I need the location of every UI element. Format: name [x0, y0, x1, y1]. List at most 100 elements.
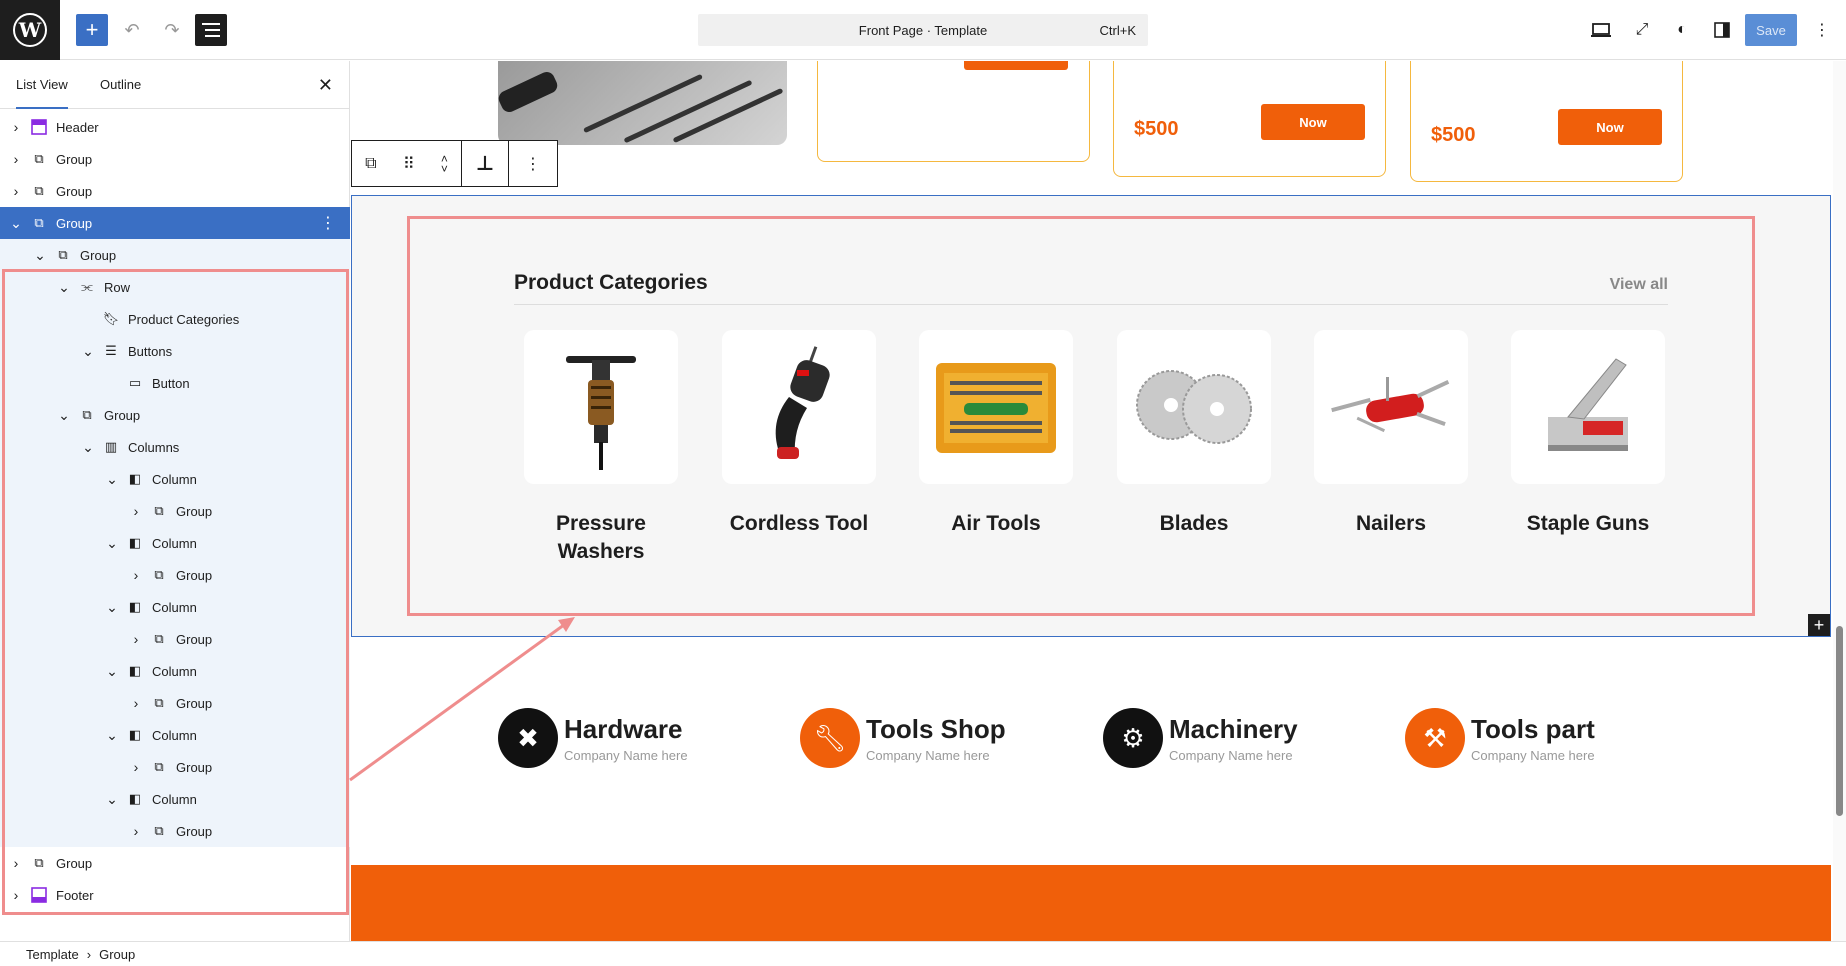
- align-icon[interactable]: ⊥: [462, 141, 509, 186]
- tree-item[interactable]: ⌄ ◧ Column: [0, 719, 350, 751]
- tree-item[interactable]: ⌄ ⧉ Group: [0, 399, 350, 431]
- chevron-right-icon[interactable]: ›: [10, 183, 22, 199]
- footer-band: [351, 865, 1831, 941]
- tree-item[interactable]: › Footer: [0, 879, 350, 911]
- list-view-icon[interactable]: [195, 14, 227, 46]
- selected-group-block[interactable]: Product Categories View all Pressure Was…: [351, 195, 1831, 637]
- command-palette-button[interactable]: Front Page · Template Ctrl+K: [698, 14, 1148, 46]
- chevron-right-icon[interactable]: ›: [10, 151, 22, 167]
- breadcrumb-item[interactable]: Group: [99, 947, 135, 962]
- tree-item-label: Group: [176, 759, 213, 775]
- tree-item[interactable]: ⌄ ◧ Column: [0, 463, 350, 495]
- chevron-down-icon[interactable]: ⌄: [58, 279, 70, 296]
- add-block-icon[interactable]: +: [1808, 614, 1830, 636]
- chevron-down-icon[interactable]: ⌄: [106, 727, 118, 744]
- tree-item[interactable]: › ⧉ Group: [0, 687, 350, 719]
- chevron-right-icon[interactable]: ›: [10, 887, 22, 903]
- feature-item: ✖ Hardware Company Name here: [498, 708, 718, 770]
- category-card[interactable]: Pressure Washers: [524, 330, 678, 566]
- tree-item[interactable]: › ⧉ Group: [0, 623, 350, 655]
- chevron-down-icon[interactable]: ⌄: [34, 247, 46, 264]
- tab-list-view[interactable]: List View: [16, 61, 68, 109]
- tree-item[interactable]: › ⧉ Group: [0, 815, 350, 847]
- feature-subtitle: Company Name here: [866, 748, 990, 763]
- chevron-down-icon[interactable]: ⌄: [106, 471, 118, 488]
- styles-contrast-icon[interactable]: ◐: [1666, 14, 1698, 46]
- tree-item[interactable]: › ⧉ Group: [0, 751, 350, 783]
- category-card[interactable]: Nailers: [1314, 330, 1468, 538]
- tree-item-label: Header: [56, 119, 99, 135]
- save-button[interactable]: Save: [1745, 14, 1797, 46]
- tree-item[interactable]: ⌄ ⧉ Group ⋮: [0, 207, 350, 239]
- options-icon[interactable]: ⋮: [320, 213, 336, 233]
- move-up-down-icon[interactable]: ˄ ˅: [441, 153, 448, 175]
- desktop-preview-icon[interactable]: [1585, 14, 1617, 46]
- tree-item[interactable]: › Header: [0, 111, 350, 143]
- tree-item[interactable]: ⌄ ◧ Column: [0, 655, 350, 687]
- tree-item[interactable]: 🔖︎ Product Categories: [0, 303, 350, 335]
- scrollbar-thumb[interactable]: [1836, 626, 1843, 816]
- tree-item[interactable]: ⌄ ◧ Column: [0, 591, 350, 623]
- category-card[interactable]: Cordless Tool: [722, 330, 876, 538]
- tab-outline[interactable]: Outline: [100, 61, 141, 109]
- chevron-right-icon[interactable]: ›: [130, 631, 142, 647]
- chevron-down-icon[interactable]: ⌄: [82, 439, 94, 456]
- chevron-right-icon[interactable]: ›: [130, 567, 142, 583]
- chevron-right-icon[interactable]: ›: [130, 695, 142, 711]
- add-block-button[interactable]: +: [76, 14, 108, 46]
- more-options-icon[interactable]: ⋮: [509, 141, 557, 186]
- chevron-right-icon[interactable]: ›: [10, 855, 22, 871]
- column-icon: ◧: [128, 727, 142, 742]
- chevron-right-icon[interactable]: ›: [130, 503, 142, 519]
- category-card[interactable]: Blades: [1117, 330, 1271, 538]
- tree-item[interactable]: ⌄ ⫘ Row: [0, 271, 350, 303]
- category-name: Cordless Tool: [729, 512, 869, 535]
- product-card: $500 Now: [1113, 61, 1386, 177]
- category-card[interactable]: Staple Guns: [1511, 330, 1665, 538]
- chevron-down-icon[interactable]: ⌄: [106, 599, 118, 616]
- feature-item: ⚙ Machinery Company Name here: [1103, 708, 1323, 770]
- drag-handle-icon[interactable]: ⠿: [403, 154, 415, 174]
- close-icon[interactable]: ✕: [318, 75, 333, 96]
- canvas-scrollbar[interactable]: [1833, 61, 1846, 941]
- tree-item[interactable]: ⌄ ◧ Column: [0, 527, 350, 559]
- tree-item[interactable]: ⌄ ▥ Columns: [0, 431, 350, 463]
- tree-item[interactable]: › ⧉ Group: [0, 559, 350, 591]
- chevron-down-icon[interactable]: ⌄: [106, 791, 118, 808]
- tree-item[interactable]: › ⧉ Group: [0, 143, 350, 175]
- chevron-down-icon[interactable]: ⌄: [58, 407, 70, 424]
- tree-item[interactable]: ⌄ ☰ Buttons: [0, 335, 350, 367]
- chevron-down-icon[interactable]: ⌄: [82, 343, 94, 360]
- chevron-right-icon[interactable]: ›: [130, 759, 142, 775]
- group-icon: ⧉: [34, 215, 44, 230]
- feature-title: Machinery: [1169, 714, 1298, 744]
- tree-item[interactable]: › ⧉ Group: [0, 847, 350, 879]
- options-menu-icon[interactable]: ⋮: [1806, 14, 1838, 46]
- tree-item-label: Column: [152, 791, 197, 807]
- tree-item-label: Column: [152, 663, 197, 679]
- shop-now-button[interactable]: Now: [1261, 104, 1365, 140]
- chevron-right-icon[interactable]: ›: [130, 823, 142, 839]
- undo-icon[interactable]: ↶: [116, 14, 148, 46]
- view-all-button[interactable]: View all: [1610, 276, 1668, 294]
- tree-item[interactable]: › ⧉ Group: [0, 495, 350, 527]
- redo-icon[interactable]: ↷: [156, 14, 188, 46]
- chevron-down-icon[interactable]: ⌄: [106, 535, 118, 552]
- category-name: Blades: [1159, 512, 1229, 535]
- shop-now-button[interactable]: [964, 61, 1068, 70]
- tree-item[interactable]: ⌄ ⧉ Group: [0, 239, 350, 271]
- tree-item[interactable]: ▭ Button: [0, 367, 350, 399]
- tree-item-label: Group: [56, 183, 93, 199]
- group-icon[interactable]: ⧉: [365, 155, 376, 173]
- settings-sidebar-icon[interactable]: [1706, 14, 1738, 46]
- wordpress-logo-icon[interactable]: W: [0, 0, 60, 60]
- chevron-down-icon[interactable]: ⌄: [106, 663, 118, 680]
- chevron-right-icon[interactable]: ›: [10, 119, 22, 135]
- breadcrumb-item[interactable]: Template: [26, 947, 79, 962]
- chevron-down-icon[interactable]: ⌄: [10, 215, 22, 232]
- shop-now-button[interactable]: Now: [1558, 109, 1662, 145]
- category-card[interactable]: Air Tools: [919, 330, 1073, 538]
- tree-item[interactable]: ⌄ ◧ Column: [0, 783, 350, 815]
- fullscreen-icon[interactable]: ⤢: [1626, 14, 1658, 46]
- tree-item[interactable]: › ⧉ Group: [0, 175, 350, 207]
